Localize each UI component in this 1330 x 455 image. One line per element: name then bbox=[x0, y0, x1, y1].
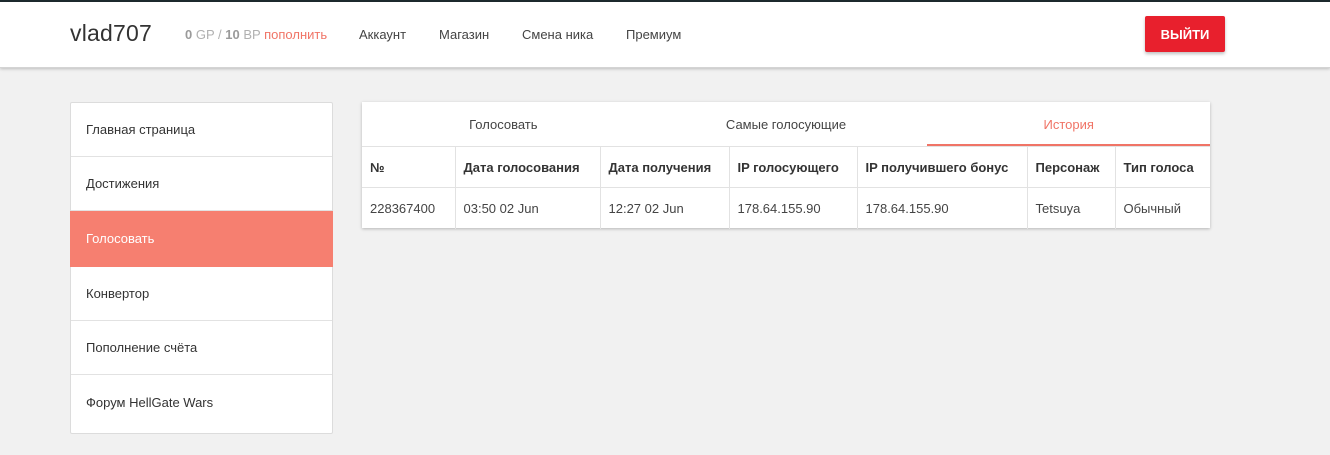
cell-vote-date: 03:50 02 Jun bbox=[455, 187, 601, 229]
col-voter-ip: IP голосующего bbox=[729, 146, 858, 188]
cell-vote-type: Обычный bbox=[1115, 187, 1210, 229]
cell-receive-date: 12:27 02 Jun bbox=[600, 187, 730, 229]
balance-separator: / bbox=[218, 27, 222, 42]
sidebar-item-topup[interactable]: Пополнение счёта bbox=[71, 321, 332, 375]
nav-shop[interactable]: Магазин bbox=[439, 27, 489, 42]
logout-button[interactable]: ВЫЙТИ bbox=[1145, 16, 1225, 52]
tab-vote[interactable]: Голосовать bbox=[362, 102, 645, 146]
balance-info: 0 GP / 10 BP пополнить bbox=[185, 27, 327, 42]
cell-bonus-ip: 178.64.155.90 bbox=[857, 187, 1028, 229]
gp-value: 0 bbox=[185, 27, 193, 42]
cell-character: Tetsuya bbox=[1027, 187, 1116, 229]
sidebar-item-label: Достижения bbox=[86, 176, 160, 191]
sidebar-item-label: Пополнение счёта bbox=[86, 340, 198, 355]
username: vlad707 bbox=[70, 20, 152, 46]
table-row: 228367400 03:50 02 Jun 12:27 02 Jun 178.… bbox=[362, 187, 1210, 229]
col-character: Персонаж bbox=[1027, 146, 1116, 188]
vote-tabs: Голосовать Самые голосующие История bbox=[362, 102, 1210, 146]
cell-voter-ip: 178.64.155.90 bbox=[729, 187, 858, 229]
sidebar-menu: Главная страница Достижения Голосовать К… bbox=[70, 102, 333, 434]
col-bonus-ip: IP получившего бонус bbox=[857, 146, 1028, 188]
col-number: № bbox=[362, 146, 456, 188]
table-header-row: № Дата голосования Дата получения IP гол… bbox=[362, 146, 1210, 188]
bp-unit: BP bbox=[243, 27, 261, 42]
vote-history-panel: Голосовать Самые голосующие История № Да… bbox=[362, 102, 1210, 229]
gp-unit: GP bbox=[195, 27, 215, 42]
sidebar-item-converter[interactable]: Конвертор bbox=[71, 267, 332, 321]
col-vote-type: Тип голоса bbox=[1115, 146, 1210, 188]
sidebar-item-label: Конвертор bbox=[86, 286, 150, 301]
nav-premium[interactable]: Премиум bbox=[626, 27, 681, 42]
top-header: vlad707 0 GP / 10 BP пополнить Аккаунт М… bbox=[0, 2, 1330, 68]
sidebar-item-forum[interactable]: Форум HellGate Wars bbox=[71, 375, 332, 429]
tab-top-voters[interactable]: Самые голосующие bbox=[645, 102, 928, 146]
col-vote-date: Дата голосования bbox=[455, 146, 601, 188]
col-receive-date: Дата получения bbox=[600, 146, 730, 188]
sidebar-item-label: Голосовать bbox=[86, 231, 155, 246]
tab-history[interactable]: История bbox=[927, 102, 1210, 146]
refill-link[interactable]: пополнить bbox=[264, 27, 327, 42]
cell-number: 228367400 bbox=[362, 187, 456, 229]
sidebar-item-label: Форум HellGate Wars bbox=[86, 394, 214, 410]
nav-account[interactable]: Аккаунт bbox=[359, 27, 406, 42]
bp-value: 10 bbox=[225, 27, 240, 42]
sidebar-item-home[interactable]: Главная страница bbox=[71, 103, 332, 157]
sidebar-item-label: Главная страница bbox=[86, 122, 196, 137]
sidebar-item-vote[interactable]: Голосовать bbox=[70, 211, 333, 267]
sidebar-item-achievements[interactable]: Достижения bbox=[71, 157, 332, 211]
vote-history-table: № Дата голосования Дата получения IP гол… bbox=[362, 146, 1210, 229]
nav-change-nick[interactable]: Смена ника bbox=[522, 27, 593, 42]
